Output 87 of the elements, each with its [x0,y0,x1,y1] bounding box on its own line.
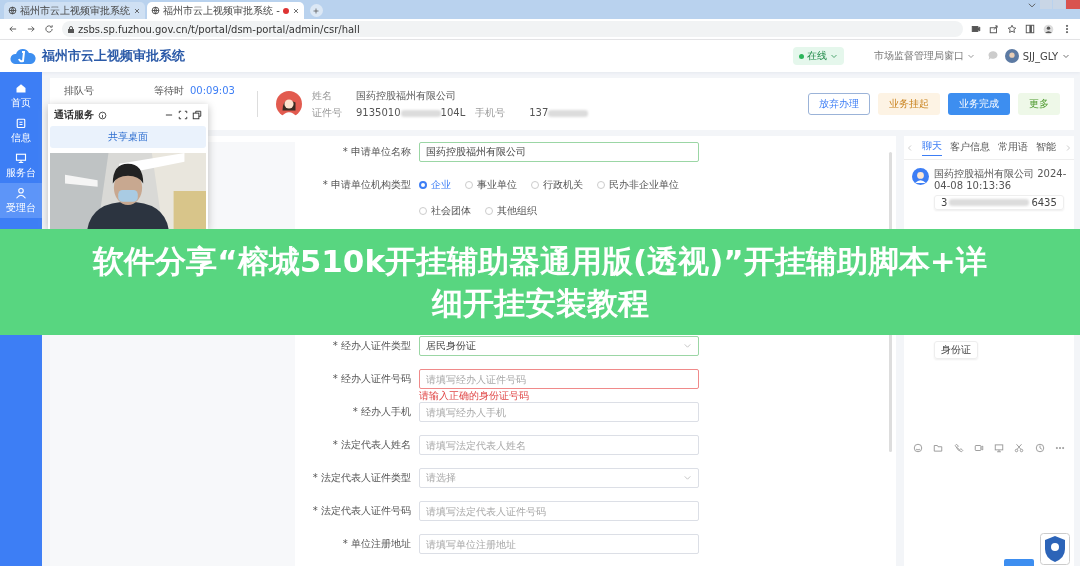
select-field[interactable]: 居民身份证 [419,336,699,356]
new-tab-icon[interactable] [312,6,321,15]
video-icon[interactable] [973,443,984,453]
input-field[interactable]: 国药控股福州有限公司 [419,142,699,162]
input-field[interactable]: 请填写经办人证件号码 [419,369,699,389]
user-avatar[interactable] [1004,49,1019,63]
phone-icon[interactable] [953,443,964,453]
fullscreen-icon[interactable] [178,110,188,120]
close-icon[interactable] [291,6,300,15]
window-selector[interactable]: 市场监督管理局窗口 [867,48,981,64]
monitor-icon [15,151,27,164]
customer-avatar [276,91,302,117]
name-label: 姓名 [312,88,333,103]
phone-label: 手机号 [475,105,507,120]
nav-item[interactable]: 服务台 [0,148,42,183]
chat-tab[interactable]: 常用语 [998,139,1028,156]
field-label: * 申请单位名称 [341,145,412,159]
star-icon[interactable] [1007,24,1017,34]
field-label: * 法定代表人姓名 [331,438,412,452]
nav-item[interactable]: 信息 [0,113,42,148]
chevron-down-icon[interactable] [1062,52,1070,60]
avatar-icon [912,168,929,185]
globe-icon [8,6,17,15]
chevron-down-icon [829,52,838,60]
window-controls-icon[interactable] [1040,0,1080,9]
field-label: * 经办人证件号码 [331,372,412,386]
browser-tab[interactable]: 福州市云上视频审批系统 [4,2,145,19]
id-label: 证件号 [312,105,343,120]
scissors-icon[interactable] [1014,443,1025,453]
recording-dot-icon [282,7,289,14]
chat-bubble-icon[interactable] [986,50,999,62]
id-number: 9135010 104L [356,107,466,118]
app-title: 福州市云上视频审批系统 [42,47,185,65]
info-icon[interactable] [98,110,107,120]
browser-tab[interactable]: 福州市云上视频审批系统 - [147,2,304,19]
customer-name: 国药控股福州有限公司 [356,88,457,103]
share-icon[interactable] [989,24,999,34]
radio-option[interactable]: 事业单位 [465,175,517,195]
reload-icon[interactable] [44,24,54,34]
field-label: * 经办人证件类型 [331,339,412,353]
person-icon [15,186,27,199]
radio-option[interactable]: 民办非企业单位 [597,175,679,195]
phone-number: 137 [529,107,589,118]
queue-label: 排队号 [64,84,94,98]
panel-title: 通话服务 [54,108,94,122]
banner-text: 软件分享“榕城510k开挂辅助器通用版(透视)”开挂辅助脚本+详 [93,242,987,281]
status-dropdown[interactable]: 在线 [792,47,844,65]
forward-icon[interactable] [26,24,36,34]
message-sender: 国药控股福州有限公司 2024-04-08 10:13:36 [934,168,1068,192]
clipboard-icon [15,116,27,129]
message-bubble: 3 6435 [934,195,1064,210]
nav-item[interactable]: 首页 [0,78,42,113]
chat-tab[interactable]: 客户信息 [950,139,990,156]
radio-option[interactable]: 其他组织 [485,201,537,221]
globe-icon [151,6,160,15]
field-label: * 申请单位机构类型 [321,178,412,192]
radio-option[interactable]: 社会团体 [419,201,471,221]
camera-icon[interactable] [971,24,981,34]
chat-tab[interactable]: 智能 [1036,139,1056,156]
emoji-icon[interactable] [913,443,924,453]
back-icon[interactable] [8,24,18,34]
message-bubble: 身份证 [934,341,978,359]
error-message: 请输入正确的身份证号码 [419,390,530,401]
profile-icon[interactable] [1043,23,1054,35]
chat-tab[interactable]: 聊天 [922,139,942,156]
popout-icon[interactable] [192,110,202,120]
chevron-down-icon [966,52,975,60]
close-icon[interactable] [133,6,141,15]
logo-icon [10,46,36,66]
field-label: * 法定代表人证件类型 [311,471,412,485]
folder-icon[interactable] [933,443,944,453]
banner-text: 细开挂安装教程 [431,284,649,323]
radio-option[interactable]: 企业 [419,175,451,195]
side-panel-icon[interactable] [1025,24,1035,34]
share-desktop-button[interactable]: 共享桌面 [50,126,206,148]
field-label: * 法定代表人证件号码 [311,504,412,518]
user-name[interactable]: SJJ_GLY [1022,50,1058,62]
field-label: * 单位注册地址 [341,537,412,551]
action-button[interactable]: 放弃办理 [808,93,870,115]
radio-option[interactable]: 行政机关 [531,175,583,195]
monitor-icon[interactable] [994,443,1005,453]
wait-timer: 等待时 00:09:03 [154,84,235,98]
clock-icon[interactable] [1034,443,1045,453]
field-label: * 经办人手机 [351,405,412,419]
lock-icon [68,25,74,33]
address-bar[interactable]: zsbs.sp.fuzhou.gov.cn/t/portal/dsm-portal/admin/csr/hall [62,21,963,37]
chevron-down-icon[interactable] [1027,0,1037,10]
